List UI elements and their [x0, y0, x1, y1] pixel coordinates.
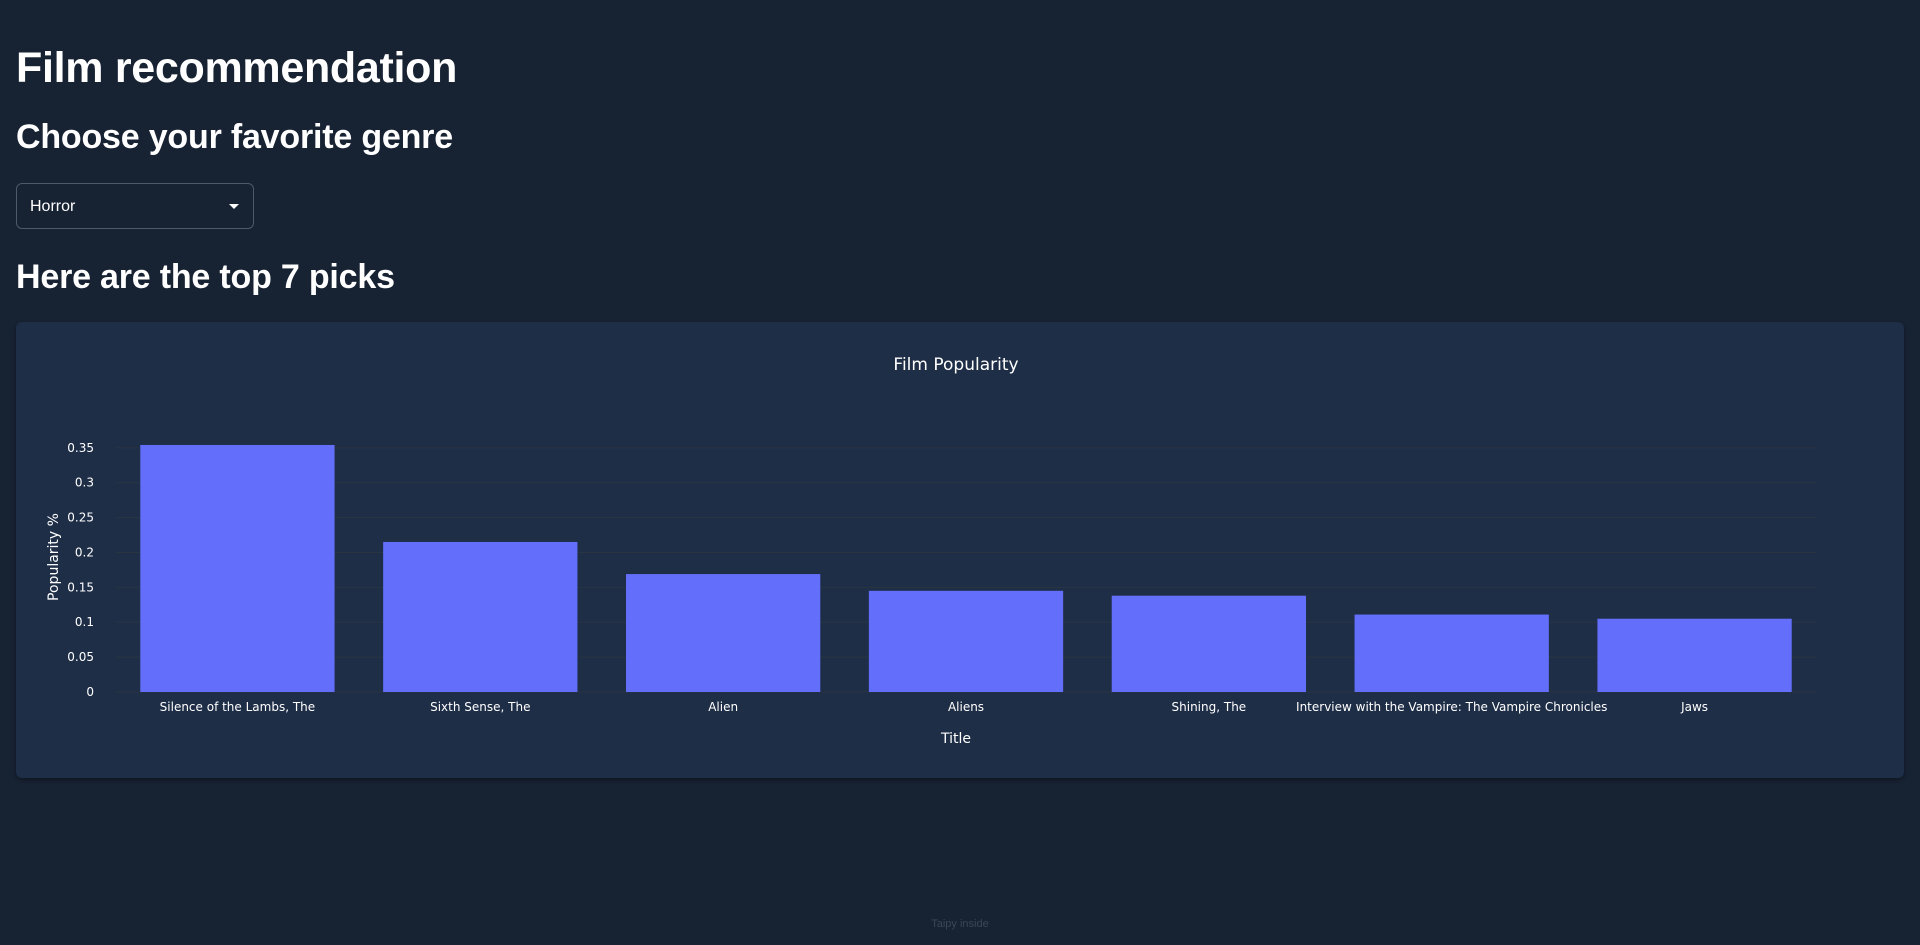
x-axis-label: Title — [940, 731, 971, 747]
genre-select-value: Horror — [30, 198, 76, 215]
genre-select[interactable]: Horror — [16, 183, 254, 229]
y-tick-label: 0.05 — [67, 650, 94, 664]
bar[interactable] — [626, 574, 821, 692]
bars — [140, 444, 1792, 692]
x-tick-label: Alien — [708, 700, 738, 714]
y-tick-label: 0.35 — [67, 441, 94, 455]
bar[interactable] — [1111, 595, 1306, 692]
x-tick-label: Silence of the Lambs, The — [160, 700, 316, 714]
page-title: Film recommendation — [16, 44, 458, 92]
y-tick-labels: 0 0.05 0.1 0.15 0.2 0.25 0.3 0.35 — [67, 441, 94, 699]
x-tick-label: Shining, The — [1172, 700, 1247, 714]
y-tick-label: 0.25 — [67, 511, 94, 525]
x-tick-label: Sixth Sense, The — [430, 700, 530, 714]
chart-title: Film Popularity — [893, 355, 1018, 375]
footer-text: Taipy inside — [931, 918, 989, 930]
y-tick-label: 0.15 — [67, 580, 94, 594]
y-tick-label: 0 — [86, 685, 94, 699]
chart-card: Film Popularity 0 0.05 0.1 0.15 0.2 0.25 0.3 0.… — [16, 322, 1904, 778]
popularity-chart[interactable]: Film Popularity 0 0.05 0.1 0.15 0.2 0.25 0.3 0.… — [16, 322, 1904, 778]
x-tick-label: Aliens — [948, 700, 984, 714]
x-tick-label: Interview with the Vampire: The Vampire … — [1296, 700, 1607, 714]
bar[interactable] — [1597, 618, 1792, 692]
y-tick-label: 0.2 — [75, 545, 94, 559]
y-tick-label: 0.1 — [75, 615, 94, 629]
bar[interactable] — [868, 590, 1064, 692]
picks-heading: Here are the top 7 picks — [16, 258, 395, 296]
bar[interactable] — [140, 444, 335, 692]
x-tick-labels: Silence of the Lambs, The Sixth Sense, Th… — [160, 700, 1708, 714]
caret-down-icon — [229, 204, 239, 209]
genre-heading: Choose your favorite genre — [16, 118, 453, 156]
x-tick-label: Jaws — [1680, 700, 1708, 714]
bar[interactable] — [383, 541, 578, 692]
y-tick-label: 0.3 — [75, 476, 94, 490]
y-axis-label: Popularity % — [46, 513, 62, 601]
app-page: Film recommendation Choose your favorite… — [0, 0, 1920, 945]
bar[interactable] — [1354, 614, 1549, 692]
